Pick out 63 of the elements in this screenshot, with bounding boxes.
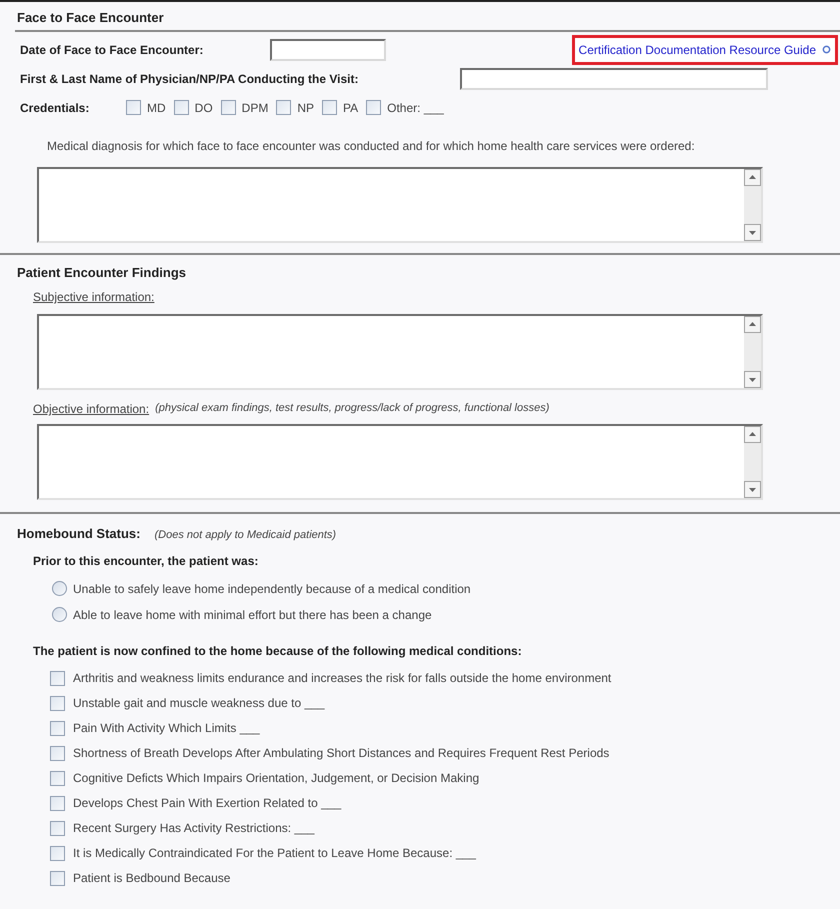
checkbox-label: Recent Surgery Has Activity Restrictions: ___ — [73, 820, 314, 837]
field-hint: (physical exam findings, test results, progress/lack of progress, functional losses) — [155, 401, 550, 416]
checkbox-label: PA — [343, 100, 358, 116]
checkbox-label: Pain With Activity Which Limits ___ — [73, 720, 260, 737]
radio-button[interactable] — [52, 581, 67, 596]
checkbox-label: Arthritis and weakness limits endurance and increases the risk for falls outside the home environment — [73, 670, 612, 687]
text-area[interactable] — [37, 424, 763, 500]
question-label: Prior to this encounter, the patient was: — [32, 552, 260, 570]
checkbox-label: NP — [297, 100, 314, 116]
checkbox-label: Cognitive Deficts Which Impairs Orientation, Judgement, or Decision Making — [73, 770, 480, 787]
checkbox-label: Shortness of Breath Develops After Ambulating Short Distances and Requires Frequent Rest Periods — [73, 745, 610, 762]
checkbox[interactable] — [50, 670, 65, 686]
diagnosis-prompt: Medical diagnosis for which face to face encounter was conducted and for which home health care services were ordered: — [46, 138, 696, 154]
radio-label: Able to leave home with minimal effort but there has been a change — [73, 606, 432, 624]
checkbox-label: MD — [147, 100, 166, 116]
scroll-up-icon[interactable] — [744, 316, 761, 333]
checkbox-label: DO — [194, 100, 213, 116]
checkbox-label: DPM — [242, 100, 268, 116]
scrollbar[interactable] — [744, 168, 761, 240]
checkbox[interactable] — [322, 100, 338, 115]
scrollbar[interactable] — [744, 426, 761, 498]
section-title: Homebound Status: — [17, 525, 140, 543]
resource-guide-link[interactable]: Certification Documentation Resource Guide — [578, 40, 816, 58]
checkbox[interactable] — [126, 100, 141, 115]
radio-button[interactable] — [52, 607, 67, 622]
checkbox-label: Develops Chest Pain With Exertion Related to ___ — [73, 795, 342, 812]
checkbox[interactable] — [220, 100, 236, 115]
scroll-up-icon[interactable] — [744, 426, 761, 443]
field-label: Date of Face to Face Encounter: — [20, 42, 204, 58]
text-field[interactable] — [270, 38, 386, 60]
checkbox[interactable] — [174, 100, 189, 115]
question-label: The patient is now confined to the home because of the following medical conditions: — [32, 642, 523, 660]
checkbox[interactable] — [50, 770, 65, 786]
checkbox[interactable] — [50, 870, 65, 886]
scroll-up-icon[interactable] — [744, 168, 761, 186]
checkbox-label: It is Medically Contraindicated For the Patient to Leave Home Because: ___ — [73, 845, 476, 862]
field-label: Credentials: — [20, 100, 90, 116]
section-note: (Does not apply to Medicaid patients) — [154, 528, 336, 543]
field-label: First & Last Name of Physician/NP/PA Conducting the Visit: — [20, 70, 360, 88]
text-area[interactable] — [37, 314, 763, 390]
checkbox[interactable] — [276, 100, 292, 115]
checkbox-label: Other: ___ — [387, 100, 444, 116]
field-label: Subjective information: — [33, 290, 154, 304]
radio-label: Unable to safely leave home independently because of a medical condition — [73, 580, 471, 598]
checkbox[interactable] — [50, 720, 65, 736]
section-title: Patient Encounter Findings — [17, 264, 188, 282]
checkbox[interactable] — [50, 746, 65, 760]
section-title: Face to Face Encounter — [15, 8, 840, 32]
text-area[interactable] — [37, 166, 763, 242]
scroll-down-icon[interactable] — [744, 371, 761, 388]
checkbox[interactable] — [50, 846, 65, 860]
scrollbar[interactable] — [744, 316, 761, 388]
scroll-down-icon[interactable] — [744, 224, 761, 240]
text-field[interactable] — [460, 68, 768, 90]
checkbox[interactable] — [50, 696, 65, 710]
checkbox[interactable] — [50, 820, 65, 836]
field-label: Objective information: — [33, 401, 150, 418]
checkbox[interactable] — [50, 796, 65, 810]
circle-icon — [822, 45, 831, 54]
scroll-down-icon[interactable] — [744, 481, 761, 498]
checkbox-label: Unstable gait and muscle weakness due to ___ — [73, 695, 324, 712]
checkbox-label: Patient is Bedbound Because — [73, 870, 230, 887]
checkbox[interactable] — [366, 100, 382, 115]
